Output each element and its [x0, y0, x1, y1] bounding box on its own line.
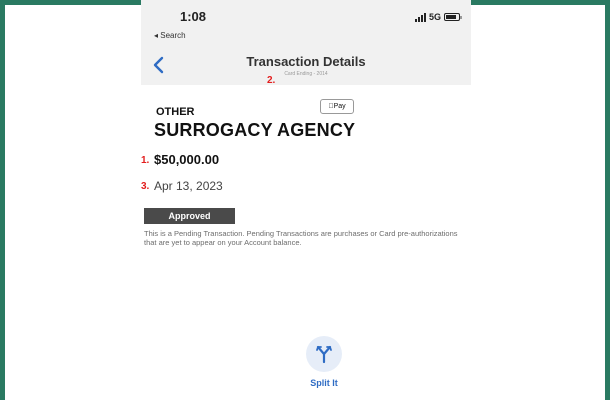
- merchant-name: SURROGACY AGENCY: [154, 120, 356, 140]
- network-label: 5G: [428, 12, 441, 22]
- apple-pay-badge: Pay: [320, 99, 354, 114]
- annotation-marker-2: 2.: [267, 75, 276, 86]
- pending-notice: This is a Pending Transaction. Pending T…: [144, 229, 458, 247]
- back-to-search-link[interactable]: ◂ Search: [154, 31, 186, 40]
- phone-screen: 1:08 ◂ Search 5G Transaction Details Car…: [141, 0, 471, 400]
- split-icon: [316, 345, 332, 364]
- transaction-date: Apr 13, 2023: [154, 179, 223, 193]
- status-badge: Approved: [144, 208, 235, 224]
- annotation-marker-1: 1.: [141, 155, 150, 166]
- top-bar: 1:08 ◂ Search 5G Transaction Details Car…: [141, 0, 471, 85]
- split-it-button[interactable]: [306, 336, 342, 372]
- transaction-amount: $50,000.00: [154, 152, 220, 167]
- card-ending-subtitle: Card Ending - 2014: [284, 71, 328, 77]
- page-title: Transaction Details: [246, 54, 366, 69]
- signal-icon: [414, 12, 426, 22]
- status-time: 1:08: [180, 9, 207, 24]
- annotation-marker-3: 3.: [141, 181, 150, 192]
- status-indicators: 5G: [414, 12, 462, 22]
- transaction-category: OTHER: [156, 106, 195, 118]
- split-it-label[interactable]: Split It: [298, 378, 350, 388]
- battery-icon: [444, 13, 462, 21]
